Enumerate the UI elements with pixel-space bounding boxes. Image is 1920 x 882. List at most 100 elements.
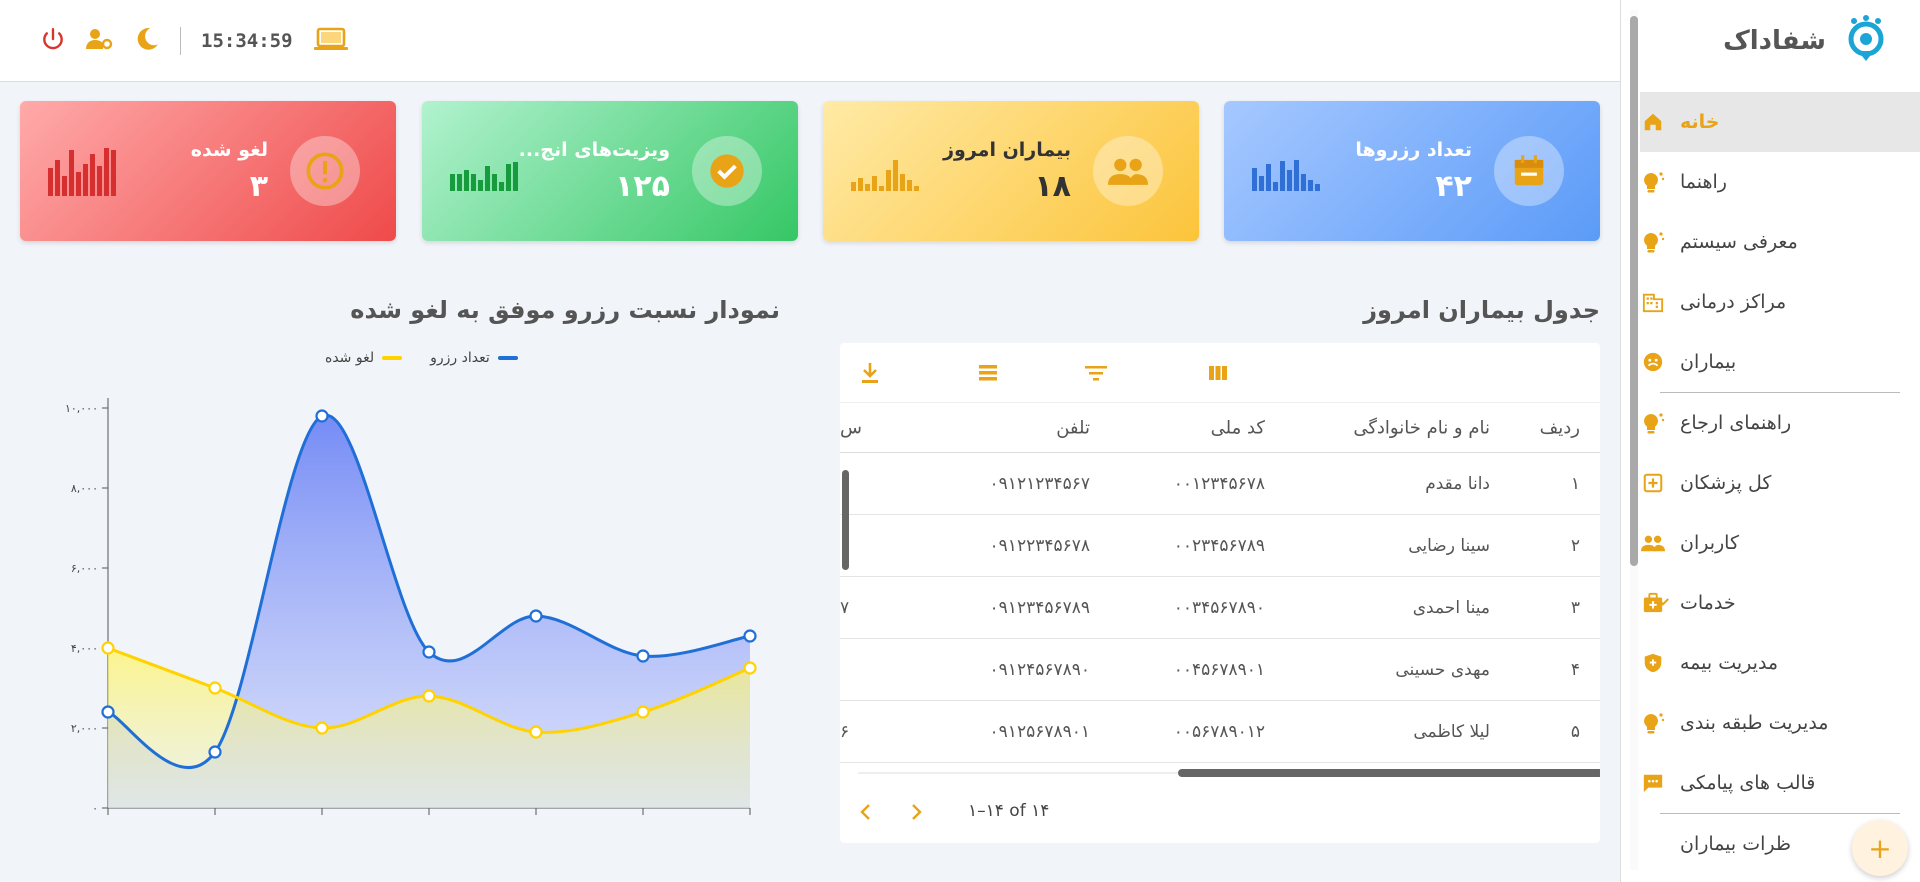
home-icon [1640, 109, 1666, 135]
clock: 15:34:59 [201, 29, 293, 52]
sidebar-item-guide[interactable]: راهنما [1640, 152, 1920, 212]
stat-card-cancelled[interactable]: لغو شده ۳ [20, 101, 396, 241]
column-header-phone[interactable]: تلفن [1056, 417, 1090, 438]
table-row[interactable]: ۳ مینا احمدی ۰۰۳۴۵۶۷۸۹۰ ۰۹۱۲۳۴۵۶۷۸۹ ۷ [840, 577, 1600, 639]
chevron-left-icon[interactable] [858, 803, 874, 825]
column-header-row-number[interactable]: ردیف [1540, 417, 1580, 438]
filter-icon[interactable] [1082, 359, 1110, 387]
reservation-chart: تعداد رزرو لغو شده ۰ ۲,۰۰۰ ۴,۰۰۰ ۶,۰۰۰ ۸,۰۰۰… [20, 340, 790, 830]
stat-card-today-patients[interactable]: بیماران امروز ۱۸ [823, 101, 1199, 241]
scrollbar-thumb[interactable] [842, 470, 849, 570]
comment-icon [1640, 831, 1666, 857]
y-tick-label: ۱۰,۰۰۰ [65, 402, 98, 415]
y-tick-label: ۰ [92, 802, 98, 815]
alert-circle-icon [290, 136, 360, 206]
patient-icon [1640, 349, 1666, 375]
building-icon [1640, 289, 1666, 315]
sidebar-menu: خانه راهنما معرفی سیستم مراکز درمانی بیم… [1640, 92, 1920, 872]
y-tick-label: ۶,۰۰۰ [71, 562, 98, 575]
data-point-cancelled [529, 725, 543, 739]
night-mode-icon[interactable] [134, 26, 160, 56]
sidebar-item-referral-guide[interactable]: راهنمای ارجاع [1640, 393, 1920, 453]
chevron-down-icon[interactable] [1654, 593, 1672, 616]
data-point-cancelled [101, 641, 115, 655]
check-circle-icon [692, 136, 762, 206]
table-row[interactable]: ۵ لیلا کاظمی ۰۰۵۶۷۸۹۰۱۲ ۰۹۱۲۵۶۷۸۹۰۱ ۶ [840, 701, 1600, 763]
stat-card-reservations[interactable]: تعداد رزروها ۴۲ [1224, 101, 1600, 241]
table-row[interactable]: ۱ دانا مقدم ۰۰۱۲۳۴۵۶۷۸ ۰۹۱۲۱۲۳۴۵۶۷ ۱ [840, 453, 1600, 515]
scrollbar-thumb[interactable] [1630, 16, 1638, 566]
columns-icon[interactable] [1204, 359, 1232, 387]
card-value: ۳ [249, 169, 268, 204]
mini-bar-chart [48, 148, 116, 196]
plus-icon: + [1868, 831, 1892, 865]
user-settings-icon[interactable] [86, 26, 114, 56]
sidebar: شفاداک خانه راهنما معرفی سیستم مراکز درم… [1620, 0, 1920, 882]
mini-bar-chart [1252, 160, 1320, 191]
column-header-full-name[interactable]: نام و نام خانوادگی [1353, 417, 1490, 438]
sidebar-item-users[interactable]: کاربران [1640, 513, 1920, 573]
data-point-reservations [743, 629, 757, 643]
card-title: تعداد رزروها [1355, 139, 1472, 161]
download-icon[interactable] [856, 359, 884, 387]
brand-name: شفاداک [1723, 26, 1826, 56]
top-bar: 15:34:59 [0, 0, 1620, 82]
column-header-truncated[interactable]: س [840, 417, 862, 438]
sidebar-item-home[interactable]: خانه [1640, 92, 1920, 152]
data-point-reservations [422, 645, 436, 659]
stat-card-completed-visits[interactable]: ویزیت‌های انج... ۱۲۵ [422, 101, 798, 241]
sidebar-item-patients[interactable]: بیماران [1640, 332, 1920, 392]
divider [180, 26, 181, 55]
chevron-right-icon[interactable] [908, 803, 924, 825]
logo-icon [1840, 13, 1892, 69]
mini-bar-chart [450, 162, 518, 191]
sidebar-item-services[interactable]: خدمات [1640, 573, 1920, 633]
data-point-reservations [636, 649, 650, 663]
chart-plot: ۰ ۲,۰۰۰ ۴,۰۰۰ ۶,۰۰۰ ۸,۰۰۰ ۱۰,۰۰۰ [65, 398, 757, 815]
data-point-cancelled [208, 681, 222, 695]
add-fab-button[interactable]: + [1852, 820, 1908, 876]
users-icon [1640, 530, 1666, 556]
table-title: جدول بیماران امروز [1363, 296, 1600, 324]
density-icon[interactable] [974, 359, 1002, 387]
card-title: لغو شده [190, 139, 268, 161]
shield-icon [1640, 650, 1666, 676]
sidebar-item-insurance[interactable]: مدیریت بیمه [1640, 633, 1920, 693]
data-point-cancelled [743, 661, 757, 675]
sidebar-item-categories[interactable]: مدیریت طبقه بندی [1640, 693, 1920, 753]
table-toolbar [840, 343, 1600, 403]
card-title: ویزیت‌های انج... [518, 139, 670, 161]
lightbulb-icon [1640, 410, 1666, 436]
data-point-reservations [529, 609, 543, 623]
sidebar-item-system-intro[interactable]: معرفی سیستم [1640, 212, 1920, 272]
chart-title: نمودار نسبت رزرو موفق به لغو شده [350, 296, 780, 324]
data-point-cancelled [636, 705, 650, 719]
patients-table: ردیف نام و نام خانوادگی کد ملی تلفن س ۱ … [840, 343, 1600, 843]
data-point-cancelled [422, 689, 436, 703]
users-icon [1093, 136, 1163, 206]
table-row[interactable]: ۲ سینا رضایی ۰۰۲۳۴۵۶۷۸۹ ۰۹۱۲۲۳۴۵۶۷۸ [840, 515, 1600, 577]
sidebar-item-medical-centers[interactable]: مراکز درمانی [1640, 272, 1920, 332]
scrollbar-thumb[interactable] [1178, 769, 1600, 777]
table-vertical-scrollbar[interactable] [842, 458, 850, 763]
card-value: ۱۲۵ [615, 169, 670, 204]
medical-plus-icon [1640, 470, 1666, 496]
y-tick-label: ۲,۰۰۰ [71, 722, 98, 735]
data-point-reservations [208, 745, 222, 759]
sidebar-item-all-doctors[interactable]: کل پزشکان [1640, 453, 1920, 513]
lightbulb-icon [1640, 169, 1666, 195]
laptop-icon[interactable] [313, 26, 349, 56]
column-header-national-code[interactable]: کد ملی [1211, 417, 1265, 438]
table-horizontal-scrollbar[interactable] [858, 768, 1600, 778]
y-tick-label: ۸,۰۰۰ [71, 482, 98, 495]
table-row[interactable]: ۴ مهدی حسینی ۰۰۴۵۶۷۸۹۰۱ ۰۹۱۲۴۵۶۷۸۹۰ [840, 639, 1600, 701]
power-icon[interactable] [40, 26, 66, 56]
table-header-row: ردیف نام و نام خانوادگی کد ملی تلفن س [840, 403, 1600, 453]
data-point-reservations [315, 409, 329, 423]
sidebar-scrollbar[interactable] [1630, 10, 1638, 870]
sidebar-item-sms-templates[interactable]: قالب های پیامکی [1640, 753, 1920, 813]
card-title: بیماران امروز [943, 139, 1071, 161]
data-point-cancelled [315, 721, 329, 735]
lightbulb-icon [1640, 710, 1666, 736]
card-value: ۴۲ [1435, 169, 1472, 204]
